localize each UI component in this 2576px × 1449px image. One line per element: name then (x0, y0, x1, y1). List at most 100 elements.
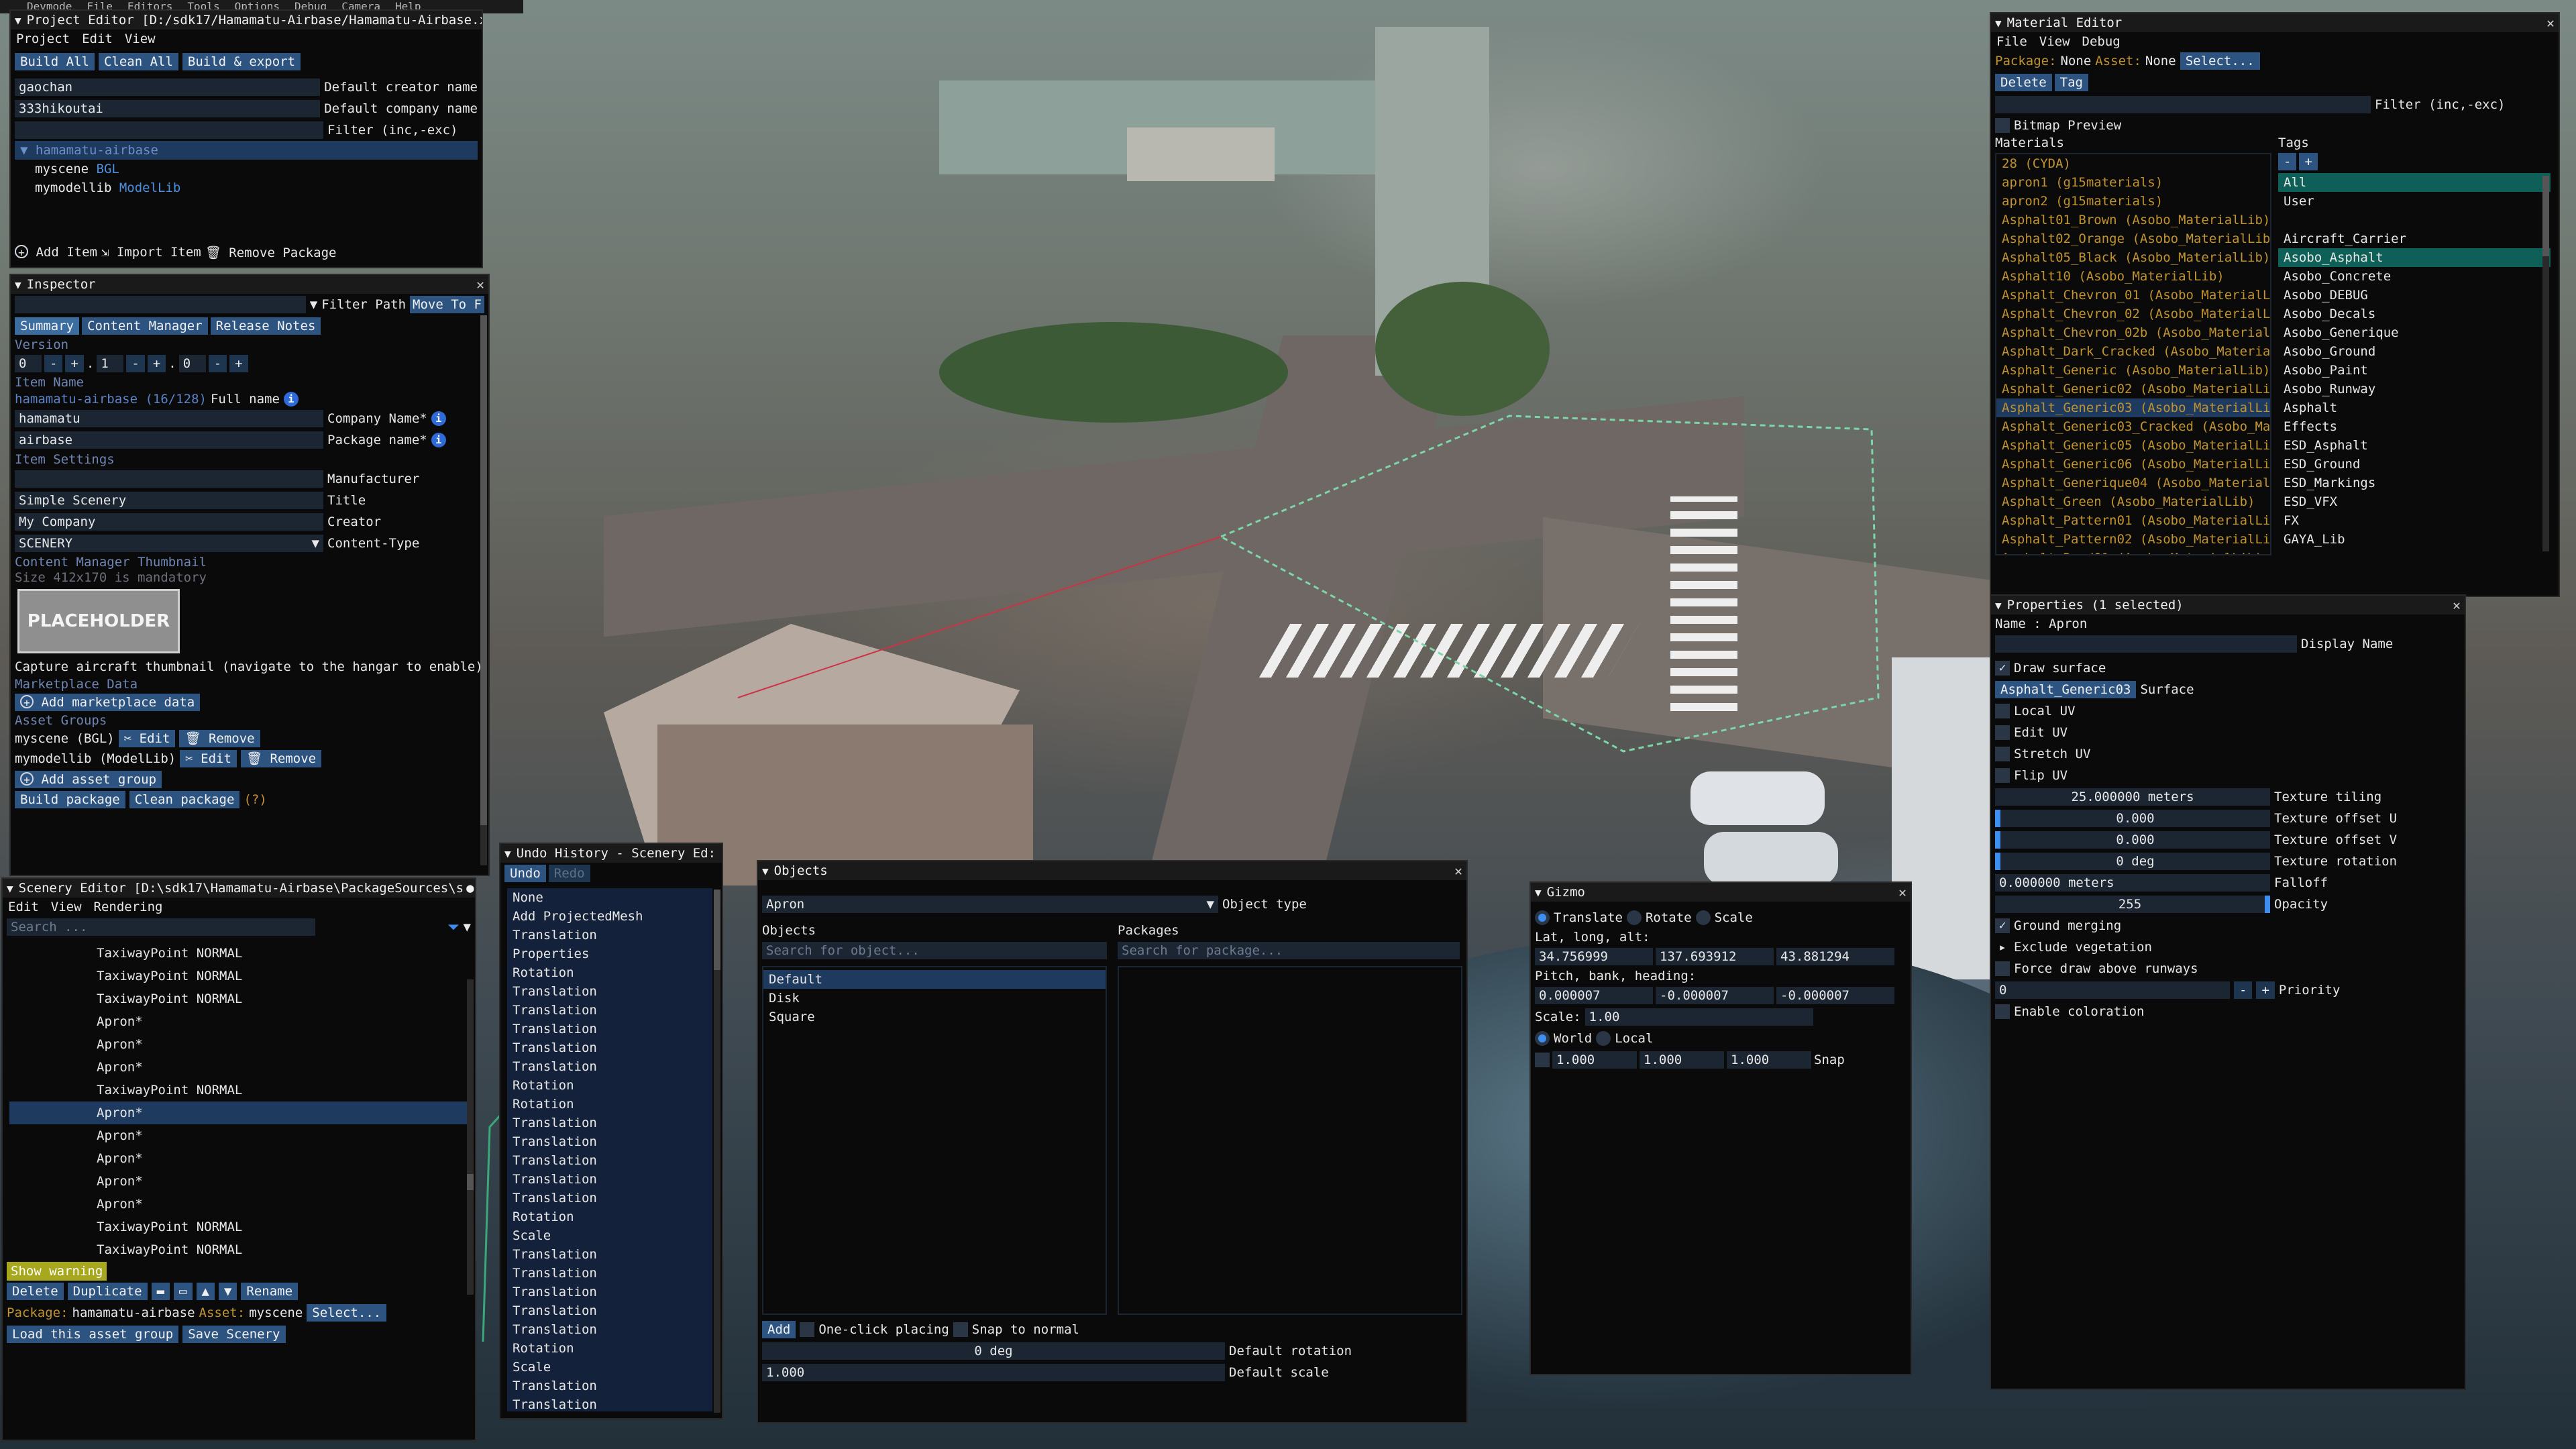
exclude-vegetation-label[interactable]: Exclude vegetation (2014, 940, 2152, 955)
pitch-input[interactable]: 0.000007 (1535, 987, 1653, 1004)
tab-release-notes[interactable]: Release Notes (210, 317, 321, 335)
material-list-item[interactable]: Asphalt_Generic (Asobo_MaterialLib) (1996, 361, 2270, 380)
material-list-item[interactable]: Asphalt_Generic06 (Asobo_MaterialLib) (1996, 455, 2270, 474)
world-radio[interactable] (1535, 1031, 1550, 1046)
company-name-input[interactable]: hamamatu (15, 410, 323, 427)
priority-input[interactable]: 0 (1995, 981, 2230, 999)
version-minor-input[interactable]: 1 (97, 355, 124, 372)
undo-history-item[interactable]: Translation (507, 1320, 712, 1339)
tags-scrollbar[interactable] (2542, 176, 2549, 551)
tag-list-item[interactable]: ESD_Markings (2278, 474, 2551, 492)
undo-button[interactable]: Undo (504, 865, 546, 882)
info-icon[interactable]: i (431, 411, 446, 426)
scale-radio[interactable] (1695, 910, 1711, 925)
scenery-list-item[interactable]: Apron* (9, 1170, 468, 1193)
menu-view[interactable]: View (51, 900, 82, 914)
collapse-icon[interactable]: ▼ (762, 865, 769, 877)
add-object-button[interactable]: Add (762, 1321, 796, 1338)
falloff-input[interactable]: 0.000000 meters (1995, 874, 2270, 892)
object-item-disk[interactable]: Disk (763, 989, 1106, 1008)
chevron-down-icon[interactable]: ▼ (310, 297, 317, 312)
menu-edit[interactable]: Edit (8, 900, 39, 914)
info-icon[interactable]: i (283, 392, 299, 407)
snap-z-input[interactable]: 1.000 (1727, 1051, 1811, 1069)
info-icon[interactable]: i (431, 433, 446, 447)
undo-history-item[interactable]: Translation (507, 1301, 712, 1320)
gizmo-scale-input[interactable]: 1.00 (1585, 1008, 1813, 1026)
delete-button[interactable]: Delete (7, 1283, 64, 1300)
undo-history-item[interactable]: Translation (507, 1245, 712, 1264)
tag-list-item[interactable]: Asobo_Asphalt (2278, 248, 2551, 267)
default-scale-input[interactable]: 1.000 (762, 1364, 1225, 1381)
close-icon[interactable]: ✕ (474, 880, 475, 896)
version-patch-minus[interactable]: - (208, 355, 227, 372)
tree-item-mymodellib[interactable]: mymodellib ModelLib (11, 178, 482, 197)
move-to-button[interactable]: Move To F (410, 296, 484, 313)
undo-history-item[interactable]: Translation (507, 1020, 712, 1038)
package-tree-root[interactable]: ▼ hamamatu-airbase (15, 141, 478, 160)
thumbnail-placeholder[interactable]: PLACEHOLDER (17, 589, 180, 653)
undo-history-item[interactable]: Translation (507, 1189, 712, 1208)
chevron-right-icon[interactable]: ▸ (1995, 940, 2010, 955)
material-list-item[interactable]: Asphalt_Chevron_02 (Asobo_MaterialLib) (1996, 305, 2270, 323)
undo-history-item[interactable]: Translation (507, 1001, 712, 1020)
undo-history-item[interactable]: Translation (507, 1395, 712, 1411)
tag-list-item[interactable]: FX (2278, 511, 2551, 530)
undo-scrollbar[interactable] (714, 890, 720, 1413)
save-scenery-button[interactable]: Save Scenery (182, 1326, 286, 1343)
material-list-item[interactable]: Asphalt_Generic02 (Asobo_MaterialLib) (1996, 380, 2270, 398)
material-list-item[interactable]: Asphalt01_Brown (Asobo_MaterialLib) (1996, 211, 2270, 229)
scenery-list-scrollbar[interactable] (467, 979, 474, 1295)
menu-rendering[interactable]: Rendering (94, 900, 163, 914)
snap-y-input[interactable]: 1.000 (1640, 1051, 1724, 1069)
material-list-item[interactable]: Asphalt_Chevron_02b (Asobo_MaterialLib) (1996, 323, 2270, 342)
creator-input[interactable]: My Company (15, 513, 323, 531)
undo-history-item[interactable]: Translation (507, 982, 712, 1001)
local-uv-checkbox[interactable] (1995, 704, 2010, 718)
rename-button[interactable]: Rename (241, 1283, 299, 1300)
tag-list-item[interactable]: GAYA_Lib (2278, 530, 2551, 549)
add-item-button[interactable]: + Add Item (15, 245, 97, 260)
version-major-plus[interactable]: + (65, 355, 84, 372)
material-list-item[interactable]: Asphalt_Chevron_01 (Asobo_MaterialLib) (1996, 286, 2270, 305)
undo-history-item[interactable]: Translation (507, 926, 712, 945)
scenery-list-item[interactable]: Apron* (9, 1124, 468, 1147)
scenery-list-item[interactable]: Apron* (9, 1010, 468, 1033)
display-name-input[interactable] (1995, 635, 2297, 653)
material-list-item[interactable]: Asphalt_Dark_Cracked (Asobo_MaterialLib) (1996, 342, 2270, 361)
undo-history-item[interactable]: Translation (507, 1114, 712, 1132)
remove-asset-group-button[interactable]: 🗑 Remove (179, 730, 260, 747)
folder-open-icon[interactable]: ▭ (174, 1283, 193, 1300)
tag-list-item[interactable]: Aircraft_Carrier (2278, 229, 2551, 248)
flip-uv-checkbox[interactable] (1995, 768, 2010, 783)
tag-list-item[interactable] (2278, 211, 2551, 229)
undo-history-item[interactable]: Rotation (507, 1076, 712, 1095)
object-item-square[interactable]: Square (763, 1008, 1106, 1026)
tab-summary[interactable]: Summary (15, 317, 80, 335)
scenery-list-item[interactable]: TaxiwayPoint NORMAL (9, 965, 468, 987)
scenery-search-input[interactable]: Search ... (7, 918, 315, 936)
ground-merging-checkbox[interactable]: ✓ (1995, 918, 2010, 933)
move-up-icon[interactable]: ▲ (196, 1283, 215, 1300)
tag-list-item[interactable]: User (2278, 192, 2551, 211)
load-asset-group-button[interactable]: Load this asset group (7, 1326, 179, 1343)
tab-content-manager[interactable]: Content Manager (82, 317, 208, 335)
menu-view[interactable]: View (125, 32, 156, 46)
remove-package-button[interactable]: 🗑 Remove Package (205, 245, 337, 260)
material-list-item[interactable]: Asphalt_Generic03_Cracked (Asobo_Materia… (1996, 417, 2270, 436)
heading-input[interactable]: -0.000007 (1776, 987, 1894, 1004)
tag-list-item[interactable]: Asobo_Concrete (2278, 267, 2551, 286)
menu-view[interactable]: View (2039, 34, 2070, 49)
undo-history-item[interactable]: Add ProjectedMesh (507, 907, 712, 926)
collapse-icon[interactable]: ▼ (15, 278, 21, 291)
default-rotation-slider[interactable]: 0 deg (762, 1342, 1225, 1360)
close-icon[interactable]: ✕ (1893, 884, 1907, 900)
tag-list-item[interactable]: Effects (2278, 417, 2551, 436)
texture-rotation-slider[interactable]: 0 deg (1995, 853, 2270, 870)
chevron-down-icon[interactable]: ▼ (464, 920, 471, 934)
material-list-item[interactable]: Asphalt_Generic03 (Asobo_MaterialLib) (1996, 398, 2270, 417)
material-list-item[interactable]: Asphalt10 (Asobo_MaterialLib) (1996, 267, 2270, 286)
scenery-list-item[interactable]: TaxiwayPoint NORMAL (9, 1238, 468, 1261)
tag-list-item[interactable]: Asobo_Generique (2278, 323, 2551, 342)
tag-list-item[interactable]: Asphalt (2278, 398, 2551, 417)
